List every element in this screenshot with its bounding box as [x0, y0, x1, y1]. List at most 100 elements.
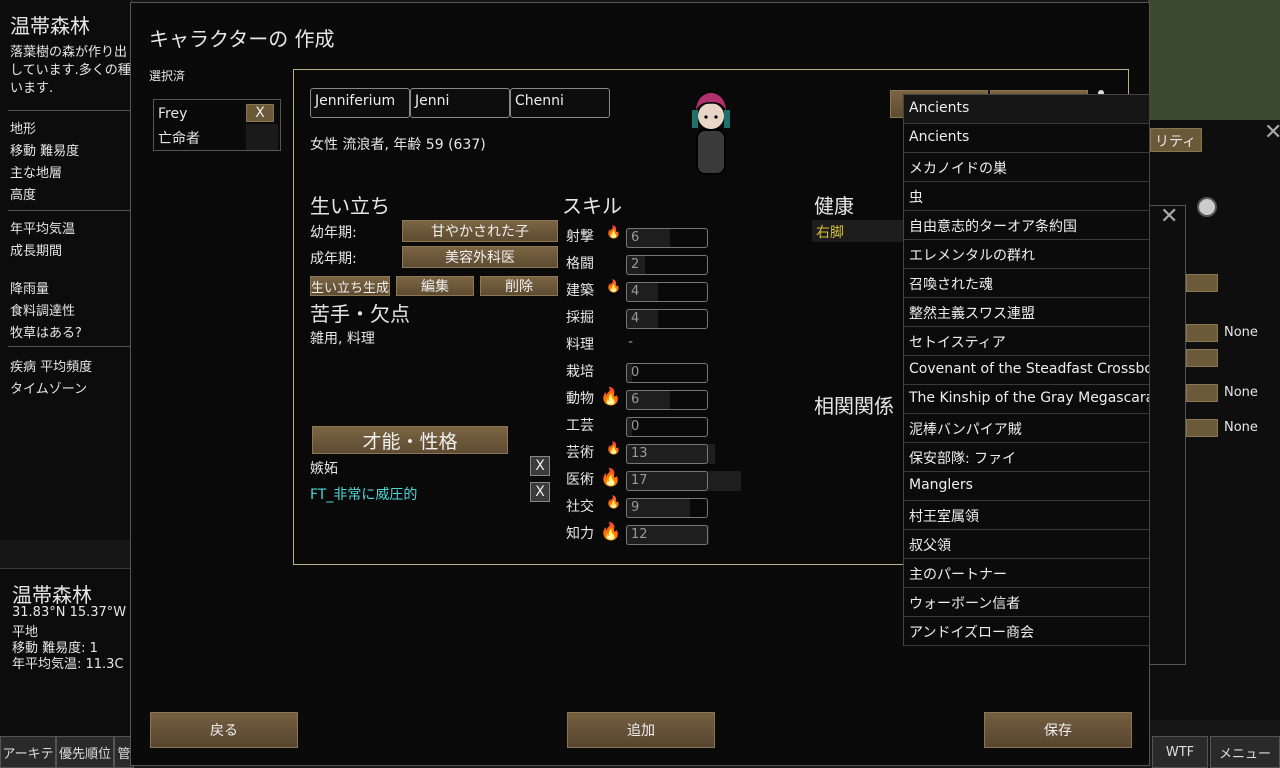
skill-name: 医術	[566, 472, 594, 488]
skill-value-input[interactable]: 4	[626, 282, 708, 302]
pawn-name: Frey	[158, 106, 188, 122]
skill-value-input[interactable]: 6	[626, 390, 708, 410]
close-icon[interactable]: ✕	[1160, 204, 1178, 229]
world-info-row: 高度	[10, 188, 37, 203]
faction-option[interactable]: Ancients	[904, 124, 1149, 153]
last-name-input[interactable]: Chenni	[510, 88, 610, 118]
health-row[interactable]: 右脚	[812, 220, 904, 242]
delete-backstory-button[interactable]: 削除	[480, 276, 558, 296]
pawn-role: 亡命者	[158, 131, 200, 147]
faction-option[interactable]: 村王室属領	[904, 501, 1149, 530]
faction-option[interactable]: エレメンタルの群れ	[904, 240, 1149, 269]
trait-name: 嫉妬	[310, 461, 338, 477]
faction-dropdown-menu: Ancients Ancients メカノイドの巣虫自由意志的ターオア条約国 エレメン…	[903, 94, 1150, 646]
childhood-label: 幼年期:	[310, 225, 357, 241]
right-tan-button[interactable]	[1186, 274, 1218, 292]
skills-heading: スキル	[562, 194, 622, 218]
taskbar-priority-button[interactable]: 優先順位	[56, 736, 114, 768]
generate-backstory-button[interactable]: 生い立ち生成	[310, 276, 390, 296]
major-passion-icon: 🔥	[600, 387, 622, 407]
faction-option[interactable]: 主のパートナー	[904, 559, 1149, 588]
tile-avg-temp: 年平均気温: 11.3C	[12, 657, 124, 672]
skill-name: 芸術	[566, 445, 594, 461]
faction-option[interactable]: メカノイドの巣	[904, 153, 1149, 182]
nickname-input[interactable]: Jenni	[410, 88, 510, 118]
adulthood-label: 成年期:	[310, 251, 357, 267]
right-tan-button[interactable]	[1186, 384, 1218, 402]
remove-pawn-button[interactable]: X	[246, 104, 274, 122]
first-name-input[interactable]: Jenniferium	[310, 88, 410, 118]
world-info-row: 移動 難易度	[10, 144, 80, 159]
world-info-row: 疾病 平均頻度	[10, 360, 93, 375]
skill-name: 工芸	[566, 418, 594, 434]
skill-value-input[interactable]: 6	[626, 228, 708, 248]
taskbar-menu-button[interactable]: メニュー	[1210, 736, 1280, 768]
minor-passion-icon: 🔥	[606, 279, 621, 293]
world-info-row: 年平均気温	[10, 222, 76, 237]
taskbar-architect-button[interactable]: アーキテ	[0, 736, 56, 768]
skill-value-input[interactable]: 12	[626, 525, 708, 545]
circle-icon[interactable]	[1197, 197, 1217, 217]
add-button[interactable]: 追加	[567, 712, 715, 748]
faction-option[interactable]: Ancients	[904, 95, 1149, 124]
faction-option[interactable]: 虫	[904, 182, 1149, 211]
divider	[8, 110, 130, 111]
faction-option[interactable]: 整然主義スワス連盟	[904, 298, 1149, 327]
skill-value-input[interactable]: 4	[626, 309, 708, 329]
selected-label: 選択済	[149, 69, 186, 83]
skill-value-input[interactable]: 9	[626, 498, 708, 518]
major-passion-icon: 🔥	[600, 522, 622, 542]
skill-name: 社交	[566, 499, 594, 515]
faction-option[interactable]: Manglers	[904, 472, 1149, 501]
skill-value-input[interactable]: 2	[626, 255, 708, 275]
skill-name: 知力	[566, 526, 594, 542]
skill-name: 射撃	[566, 229, 594, 245]
faction-option[interactable]: ウォーボーン信者	[904, 588, 1149, 617]
faction-option[interactable]: 保安部隊: ファイ	[904, 443, 1149, 472]
tab-fragment[interactable]: リティ	[1150, 128, 1202, 152]
skill-name: 栽培	[566, 364, 594, 380]
right-tan-button[interactable]	[1186, 349, 1218, 367]
divider	[8, 210, 130, 211]
faction-option[interactable]: Covenant of the Steadfast Crossbow	[904, 356, 1149, 385]
minor-passion-icon: 🔥	[606, 225, 621, 239]
pawn-list-item[interactable]: Frey 亡命者 X	[153, 99, 281, 151]
faction-option[interactable]: 叔父領	[904, 530, 1149, 559]
faction-option[interactable]: The Kinship of the Gray Megascarab	[904, 385, 1149, 414]
traits-button[interactable]: 才能・性格	[312, 426, 508, 454]
faction-option[interactable]: 召喚された魂	[904, 269, 1149, 298]
minor-passion-icon: 🔥	[606, 495, 621, 509]
close-icon[interactable]: ✕	[1264, 120, 1280, 145]
faction-option[interactable]: アンドイズロー商会	[904, 617, 1149, 646]
skill-name: 建築	[566, 283, 594, 299]
faction-option[interactable]: セトイスティア	[904, 327, 1149, 356]
back-button[interactable]: 戻る	[150, 712, 298, 748]
right-tan-button[interactable]	[1186, 419, 1218, 437]
adulthood-button[interactable]: 美容外科医	[402, 246, 558, 268]
world-info-row: 牧草はある?	[10, 326, 82, 341]
right-tan-button[interactable]	[1186, 324, 1218, 342]
world-info-row: 地形	[10, 122, 37, 137]
side-panel	[1150, 205, 1186, 665]
remove-trait-button[interactable]: X	[530, 482, 550, 502]
relations-heading: 相関関係	[814, 394, 894, 418]
minor-passion-icon: 🔥	[606, 441, 621, 455]
taskbar-wtf-button[interactable]: WTF	[1152, 736, 1208, 768]
skill-value-input[interactable]: 13	[626, 444, 708, 464]
pawn-summary: 女性 流浪者, 年齢 59 (637)	[310, 137, 486, 153]
childhood-button[interactable]: 甘やかされた子	[402, 220, 558, 242]
world-info-row: タイムゾーン	[10, 382, 88, 397]
faction-option[interactable]: 自由意志的ターオア条約国	[904, 211, 1149, 240]
save-button[interactable]: 保存	[984, 712, 1132, 748]
none-label: None	[1224, 420, 1258, 435]
skill-value-input[interactable]: 0	[626, 417, 708, 437]
edit-backstory-button[interactable]: 編集	[396, 276, 474, 296]
skill-name: 採掘	[566, 310, 594, 326]
tile-info-panel: 温帯森林 31.83°N 15.37°W 平地 移動 難易度: 1 年平均気温:…	[0, 568, 132, 736]
skill-value-input[interactable]: 17	[626, 471, 708, 491]
skill-value-input[interactable]: 0	[626, 363, 708, 383]
dialog-title: キャラクターの 作成	[149, 27, 335, 51]
world-info-row: 降雨量	[10, 282, 50, 297]
faction-option[interactable]: 泥棒バンパイア賊	[904, 414, 1149, 443]
remove-trait-button[interactable]: X	[530, 456, 550, 476]
